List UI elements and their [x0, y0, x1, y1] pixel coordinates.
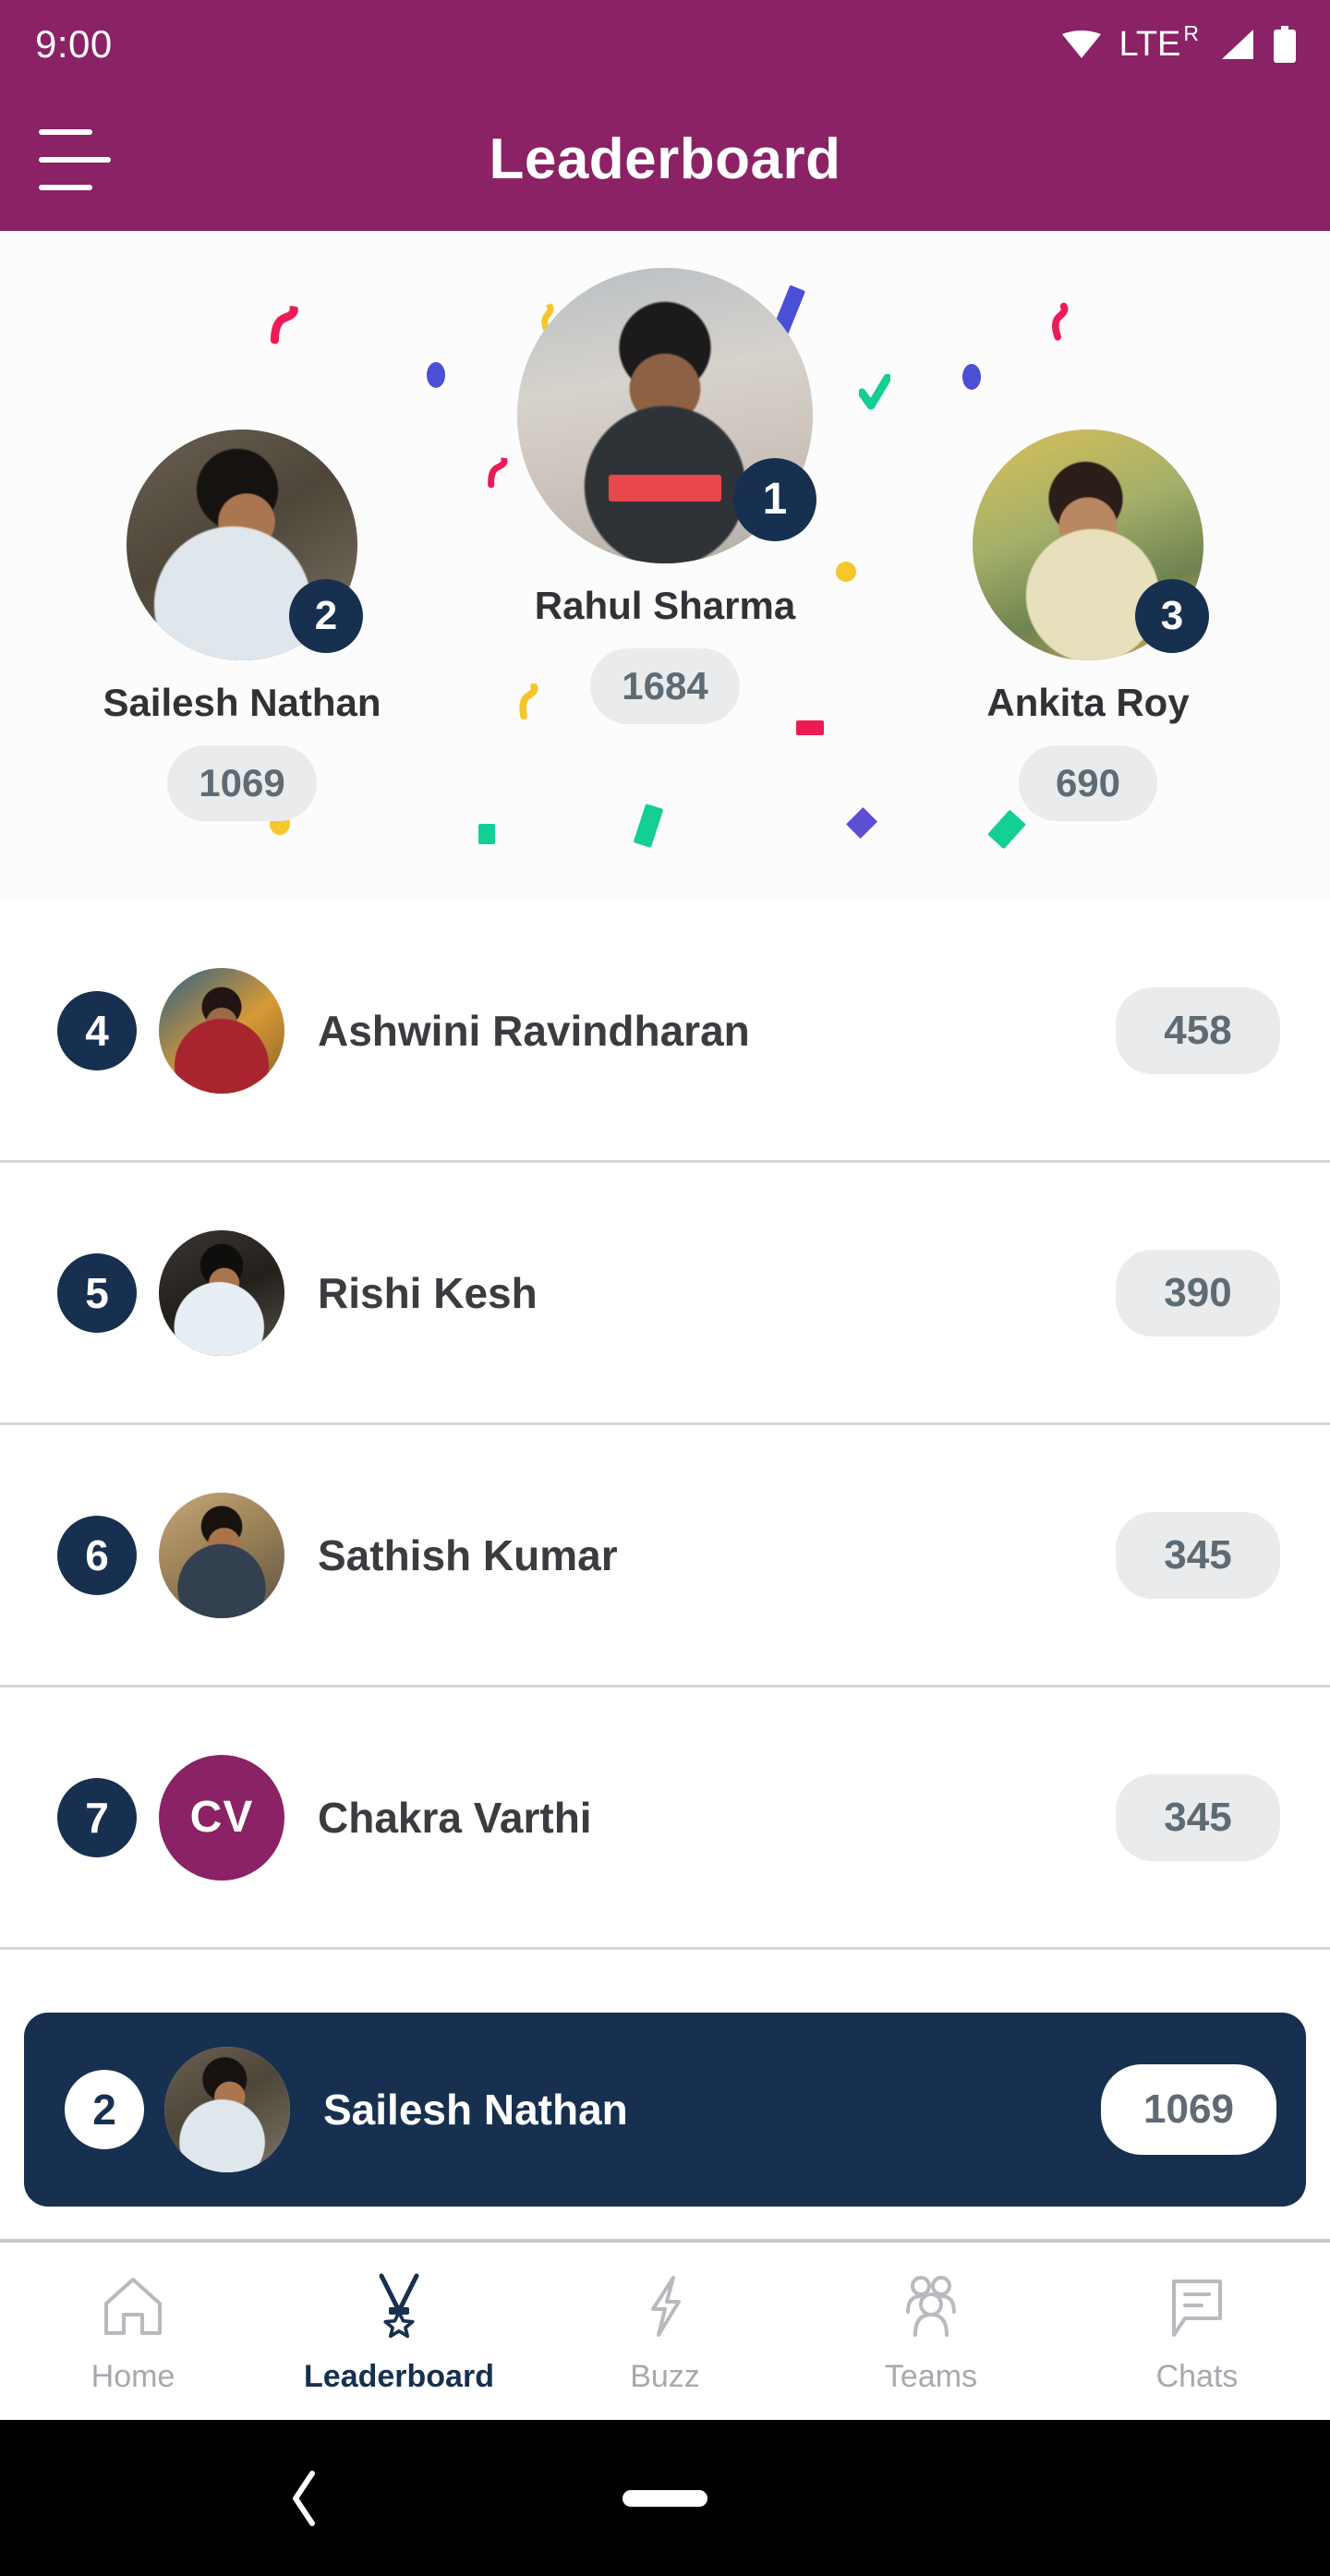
avatar-photo-sailesh	[164, 2047, 290, 2172]
medal-icon	[379, 2273, 419, 2339]
confetti-piece	[633, 803, 664, 849]
wifi-icon	[1061, 30, 1101, 58]
current-user-name: Sailesh Nathan	[323, 2086, 628, 2134]
table-row[interactable]: 4 Ashwini Ravindharan 458	[0, 901, 1330, 1163]
row-score: 345	[1116, 1773, 1280, 1861]
row-name: Chakra Varthi	[318, 1793, 592, 1842]
bottom-navigation: Home Leaderboard Buzz Teams Chats	[0, 2239, 1330, 2420]
avatar-photo-sathish	[159, 1492, 284, 1618]
table-row[interactable]: 5 Rishi Kesh 390	[0, 1163, 1330, 1425]
avatar	[159, 1229, 284, 1356]
row-rank-badge: 5	[57, 1252, 137, 1333]
battery-icon	[1274, 25, 1296, 63]
row-name: Rishi Kesh	[318, 1268, 538, 1317]
home-pill-icon[interactable]	[623, 2489, 707, 2507]
rank-badge: 3	[1135, 579, 1209, 653]
lte-roaming-indicator: R	[1183, 20, 1199, 45]
nav-item-chats[interactable]: Chats	[1064, 2243, 1330, 2420]
app-bar: Leaderboard	[0, 88, 1330, 231]
row-score: 390	[1116, 1249, 1280, 1336]
home-icon	[104, 2278, 162, 2335]
podium-section: 1 Rahul Sharma 1684 2 Sailesh Nathan 106…	[0, 231, 1330, 901]
confetti-piece	[427, 362, 445, 388]
podium-score: 690	[1019, 745, 1157, 821]
avatar	[159, 967, 284, 1094]
nav-label-chats: Chats	[1155, 2359, 1239, 2394]
confetti-piece	[1048, 299, 1074, 346]
avatar-photo-rishi	[159, 1229, 284, 1356]
nav-item-leaderboard[interactable]: Leaderboard	[266, 2243, 532, 2420]
lte-label: LTE	[1118, 24, 1181, 64]
status-clock: 9:00	[35, 21, 113, 66]
page-title: Leaderboard	[489, 127, 841, 191]
podium-avatar-wrap-first: 1	[517, 268, 816, 563]
avatar-photo-ashwini	[159, 967, 284, 1094]
confetti-piece	[478, 824, 495, 844]
podium-score: 1069	[167, 745, 317, 821]
avatar	[164, 2047, 290, 2172]
podium-avatar-wrap-third: 3	[973, 429, 1209, 660]
row-score: 458	[1116, 986, 1280, 1074]
signal-icon	[1222, 29, 1253, 59]
row-name: Ashwini Ravindharan	[318, 1006, 750, 1055]
row-name: Sathish Kumar	[318, 1530, 618, 1579]
lte-label-group: LTE R	[1118, 22, 1200, 64]
confetti-piece	[269, 303, 301, 347]
android-gesture-bar	[0, 2420, 1330, 2576]
nav-item-buzz[interactable]: Buzz	[532, 2243, 798, 2420]
table-row[interactable]: 6 Sathish Kumar 345	[0, 1425, 1330, 1687]
podium-name: Sailesh Nathan	[103, 681, 381, 724]
status-bar: 9:00 LTE R	[0, 0, 1330, 88]
podium-name: Rahul Sharma	[534, 584, 796, 627]
table-row[interactable]: 7 CV Chakra Varthi 345	[0, 1687, 1330, 1950]
current-user-rank-badge: 2	[65, 2070, 144, 2149]
current-user-card[interactable]: 2 Sailesh Nathan 1069	[24, 2013, 1306, 2207]
lightning-bolt-icon	[651, 2276, 681, 2337]
confetti-piece	[857, 373, 892, 413]
hamburger-line-1	[39, 128, 92, 135]
people-group-icon	[906, 2276, 956, 2337]
row-rank-badge: 4	[57, 990, 137, 1070]
podium-name: Ankita Roy	[986, 681, 1190, 724]
current-user-card-wrap: 2 Sailesh Nathan 1069	[0, 2000, 1330, 2235]
nav-label-leaderboard: Leaderboard	[304, 2359, 494, 2394]
podium-avatar-wrap-second: 2	[127, 429, 363, 660]
hamburger-menu-icon[interactable]	[39, 120, 111, 200]
leaderboard-list: 4 Ashwini Ravindharan 458 5 Rishi Kesh 3…	[0, 901, 1330, 1950]
confetti-piece	[962, 364, 981, 390]
back-chevron-icon[interactable]	[286, 2470, 323, 2527]
nav-item-home[interactable]: Home	[0, 2243, 266, 2420]
hamburger-line-2	[39, 156, 111, 163]
rank-badge: 2	[289, 579, 363, 653]
phone-screen: 9:00 LTE R Leaderboard 1 Rahul Sharma 16…	[0, 0, 1330, 2576]
row-score: 345	[1116, 1511, 1280, 1599]
avatar	[159, 1492, 284, 1618]
avatar-initials: CV	[159, 1754, 284, 1881]
nav-label-buzz: Buzz	[630, 2359, 700, 2394]
nav-label-teams: Teams	[884, 2359, 978, 2394]
podium-winner-second[interactable]: 2 Sailesh Nathan 1069	[48, 429, 436, 821]
nav-label-home: Home	[91, 2359, 175, 2394]
row-rank-badge: 7	[57, 1777, 137, 1857]
confetti-piece	[846, 807, 877, 839]
current-user-score: 1069	[1101, 2064, 1276, 2155]
nav-item-teams[interactable]: Teams	[798, 2243, 1064, 2420]
podium-score: 1684	[590, 648, 740, 724]
status-system-icons: LTE R	[1061, 22, 1298, 64]
podium-winner-third[interactable]: 3 Ankita Roy 690	[894, 429, 1282, 821]
podium-winner-first[interactable]: 1 Rahul Sharma 1684	[471, 268, 859, 724]
row-rank-badge: 6	[57, 1515, 137, 1595]
rank-badge: 1	[733, 458, 816, 541]
hamburger-line-3	[39, 184, 92, 190]
chat-bubble-icon	[1172, 2280, 1222, 2337]
